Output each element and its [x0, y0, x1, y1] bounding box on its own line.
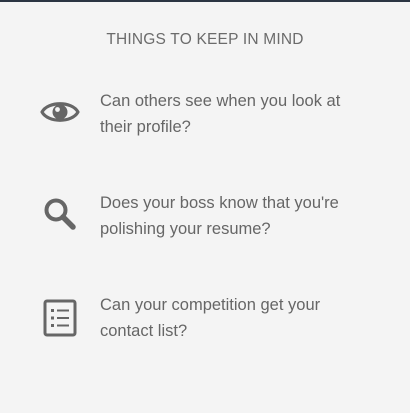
list-icon: [38, 296, 82, 340]
tip-item-profile-visibility: Can others see when you look at their pr…: [0, 88, 410, 144]
section-heading: THINGS TO KEEP IN MIND: [106, 31, 304, 48]
eye-icon: [38, 90, 82, 134]
tip-text: Can others see when you look at their pr…: [100, 92, 341, 136]
tip-text: Can your competition get your contact li…: [100, 296, 321, 340]
things-to-keep-in-mind-panel: THINGS TO KEEP IN MIND Can others see wh…: [0, 0, 410, 413]
magnifier-icon: [38, 192, 82, 236]
tip-item-contact-list: Can your competition get your contact li…: [0, 292, 410, 348]
tip-text: Does your boss know that you're polishin…: [100, 194, 339, 238]
tip-item-boss-knows: Does your boss know that you're polishin…: [0, 190, 410, 246]
